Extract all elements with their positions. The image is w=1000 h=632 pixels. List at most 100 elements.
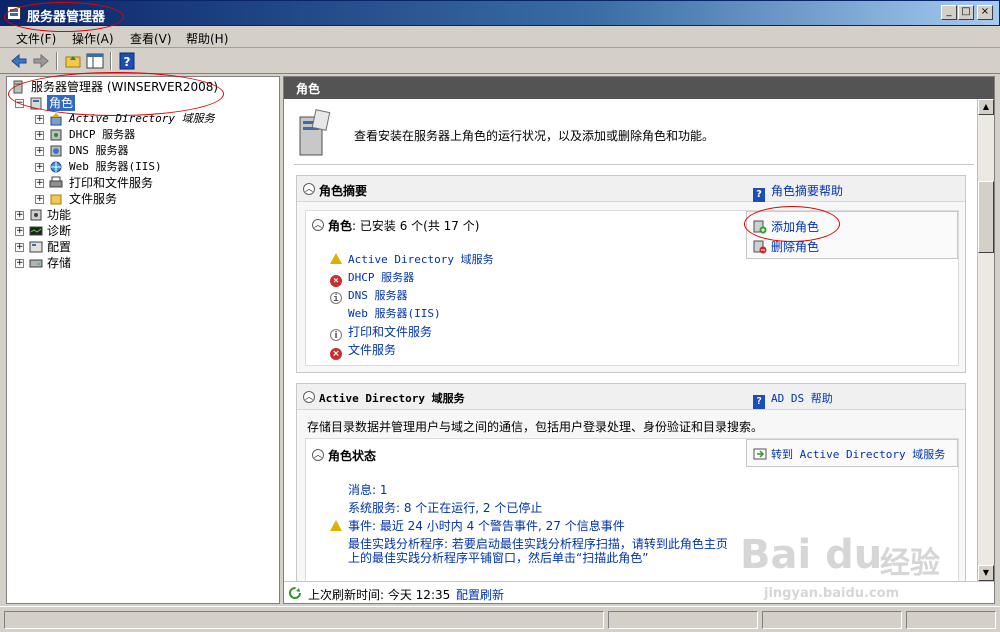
tree-item-label: 诊断: [47, 224, 72, 238]
section-header: ︿ 角色摘要 ? 角色摘要帮助: [297, 176, 965, 202]
expand-toggle[interactable]: +: [35, 179, 44, 188]
tree-item-storage[interactable]: + 存储: [13, 255, 213, 271]
tree-item-diagnostics[interactable]: + 诊断: [13, 223, 213, 239]
section-title: Active Directory 域服务: [319, 392, 465, 405]
collapse-icon[interactable]: ︿: [303, 391, 315, 403]
window-title: 服务器管理器: [27, 10, 106, 25]
menu-help[interactable]: 帮助(H): [186, 30, 228, 47]
goto-ad-ds-link[interactable]: 转到 Active Directory 域服务: [753, 446, 945, 462]
events-status[interactable]: 事件: 最近 24 小时内 4 个警告事件, 27 个信息事件: [330, 517, 625, 534]
tree-item-features[interactable]: + 功能: [13, 207, 213, 223]
help-icon[interactable]: ?: [118, 52, 136, 70]
role-list-item[interactable]: i 打印和文件服务: [330, 323, 432, 341]
tree-item-configuration[interactable]: + 配置: [13, 239, 213, 255]
collapse-icon[interactable]: ︿: [312, 449, 324, 461]
tree-root-label: 服务器管理器 (WINSERVER2008): [31, 80, 219, 94]
role-list-item[interactable]: Active Directory 域服务: [330, 251, 494, 267]
configure-refresh-link[interactable]: 配置刷新: [456, 586, 504, 603]
expand-toggle[interactable]: +: [15, 243, 24, 252]
tree-item-roles[interactable]: − 角色: [13, 95, 213, 111]
configuration-icon: [29, 241, 43, 253]
close-button[interactable]: ×: [977, 5, 993, 20]
file-services-icon: [50, 194, 62, 205]
role-list-item[interactable]: i DNS 服务器: [330, 287, 408, 304]
help-icon: ?: [753, 188, 765, 202]
tree-item-label: 存储: [47, 256, 72, 270]
show-hide-console-tree-icon[interactable]: [86, 52, 104, 70]
title-bar: 服务器管理器 _ □ ×: [0, 0, 1000, 26]
minimize-button[interactable]: _: [941, 5, 957, 20]
ad-ds-description: 存储目录数据并管理用户与域之间的通信，包括用户登录处理、身份验证和目录搜索。: [307, 420, 764, 434]
menu-view[interactable]: 查看(V): [130, 30, 172, 47]
expand-toggle[interactable]: +: [35, 195, 44, 204]
help-icon: ?: [753, 395, 765, 409]
collapse-icon[interactable]: ︿: [312, 219, 324, 231]
scroll-down-button[interactable]: ▼: [978, 565, 994, 581]
watermark-sub: 经验: [880, 546, 940, 581]
tree-item-file-services[interactable]: + 文件服务: [33, 191, 273, 207]
diagnostics-icon: [29, 226, 43, 236]
tree-item-label: 打印和文件服务: [69, 176, 154, 190]
expand-toggle[interactable]: +: [35, 115, 44, 124]
expand-toggle[interactable]: +: [35, 163, 44, 172]
warning-icon: [330, 253, 342, 264]
forward-icon[interactable]: [32, 52, 50, 70]
bpa-line-2[interactable]: 上的最佳实践分析程序平铺窗口，然后单击“扫描此角色”: [348, 549, 648, 566]
roles-icon: [30, 97, 42, 110]
maximize-button[interactable]: □: [958, 5, 974, 20]
toolbar: ?: [0, 48, 1000, 74]
tree-item-label: Web 服务器(IIS): [69, 160, 162, 173]
error-icon: ×: [330, 348, 342, 360]
section-header: ︿ Active Directory 域服务 ? AD DS 帮助: [297, 384, 965, 410]
tree-item-label: DNS 服务器: [69, 144, 129, 157]
goto-icon: [753, 448, 767, 460]
role-list-item[interactable]: × 文件服务: [330, 341, 396, 360]
server-manager-icon: [7, 6, 21, 20]
tree-item-web-server[interactable]: + Web 服务器(IIS): [33, 159, 273, 175]
section-title: 角色摘要: [319, 184, 368, 198]
role-list-item[interactable]: × DHCP 服务器: [330, 269, 414, 287]
back-icon[interactable]: [10, 52, 28, 70]
goto-box: 转到 Active Directory 域服务: [746, 439, 958, 467]
menu-file[interactable]: 文件(F): [16, 30, 56, 47]
warning-icon: [330, 520, 342, 531]
expand-toggle[interactable]: +: [35, 131, 44, 140]
tree-item-print-file[interactable]: + 打印和文件服务: [33, 175, 273, 191]
expand-toggle[interactable]: +: [35, 147, 44, 156]
tree-item-dhcp[interactable]: + DHCP 服务器: [33, 127, 273, 143]
up-folder-icon[interactable]: [64, 52, 82, 70]
tree-item-label: 文件服务: [69, 192, 118, 206]
role-list-item[interactable]: Web 服务器(IIS): [348, 305, 441, 321]
expand-toggle[interactable]: +: [15, 259, 24, 268]
remove-roles-link[interactable]: 删除角色: [753, 238, 819, 255]
tree-item-ad-ds[interactable]: + Active Directory 域服务: [33, 111, 273, 127]
expand-toggle[interactable]: +: [15, 227, 24, 236]
roles-summary-section: ︿ 角色摘要 ? 角色摘要帮助 ︿ 角色: 已安装 6 个(共 17 个) 添加角…: [296, 175, 966, 373]
collapse-icon[interactable]: ︿: [303, 183, 315, 195]
messages-count[interactable]: 消息: 1: [348, 481, 388, 498]
expand-toggle[interactable]: +: [15, 211, 24, 220]
error-icon: ×: [330, 275, 342, 287]
scroll-up-button[interactable]: ▲: [978, 99, 994, 115]
storage-icon: [29, 259, 43, 268]
add-roles-link[interactable]: 添加角色: [753, 218, 819, 235]
ad-ds-help-link[interactable]: ? AD DS 帮助: [753, 390, 833, 409]
status-cell: [608, 611, 758, 629]
vertical-scrollbar[interactable]: ▲ ▼: [977, 99, 994, 581]
menu-action[interactable]: 操作(A): [72, 30, 114, 47]
web-server-icon: [50, 161, 62, 173]
server-icon: [13, 80, 23, 94]
roles-summary-help-link[interactable]: ? 角色摘要帮助: [753, 182, 843, 202]
refresh-icon: [289, 587, 301, 599]
roles-actions-box: 添加角色 删除角色: [746, 211, 958, 259]
roles-intro: 查看安装在服务器上角色的运行状况，以及添加或删除角色和功能。: [294, 109, 974, 165]
tree-item-dns[interactable]: + DNS 服务器: [33, 143, 273, 159]
tree-root[interactable]: 服务器管理器 (WINSERVER2008): [11, 79, 271, 95]
system-services-status[interactable]: 系统服务: 8 个正在运行, 2 个已停止: [348, 499, 542, 516]
svg-text:?: ?: [124, 55, 131, 69]
roles-installed-status: 角色: 已安装 6 个(共 17 个): [328, 219, 480, 233]
tree-item-label: 功能: [47, 208, 72, 222]
collapse-toggle[interactable]: −: [15, 99, 24, 108]
baidu-watermark: Bai du 经验 jingyan.baidu.com: [740, 520, 950, 610]
scroll-thumb[interactable]: [978, 181, 994, 253]
